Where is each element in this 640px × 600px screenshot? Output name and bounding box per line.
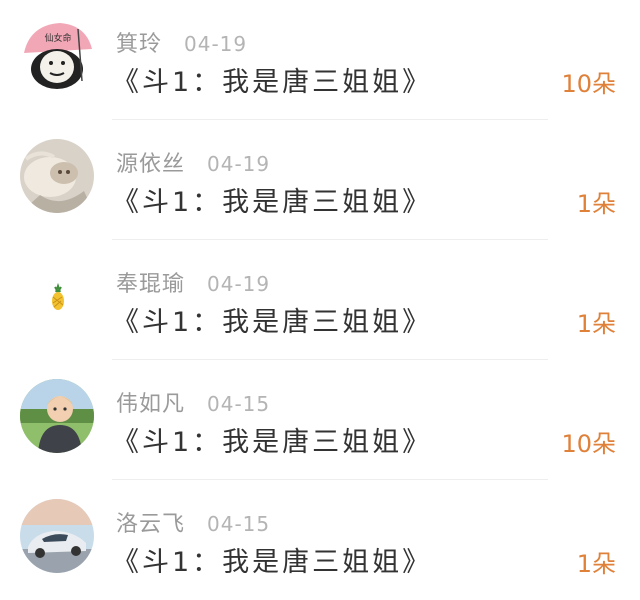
- user-name: 奉琨瑜: [116, 272, 186, 297]
- book-title: 《斗1：我是唐三姐姐》: [112, 307, 433, 338]
- flower-count: 10朵: [561, 70, 616, 98]
- flower-count: 1朵: [576, 550, 616, 578]
- svg-text:仙女命: 仙女命: [44, 32, 71, 44]
- gift-date: 04-19: [207, 272, 271, 296]
- gift-date: 04-19: [184, 32, 248, 56]
- boy-photo-avatar[interactable]: [20, 379, 94, 453]
- list-item[interactable]: 伟如凡 04-15 《斗1：我是唐三姐姐》 10朵: [0, 360, 640, 480]
- book-title: 《斗1：我是唐三姐姐》: [112, 187, 433, 218]
- car-photo-avatar[interactable]: [20, 499, 94, 573]
- gift-date: 04-19: [207, 152, 271, 176]
- list-item[interactable]: 奉琨瑜 04-19 《斗1：我是唐三姐姐》 1朵: [0, 240, 640, 360]
- book-title: 《斗1：我是唐三姐姐》: [112, 547, 433, 578]
- book-title: 《斗1：我是唐三姐姐》: [112, 67, 433, 98]
- list-item[interactable]: 仙女命 箕玲 04-19 《斗1：我是唐三姐姐》 10朵: [0, 0, 640, 120]
- gift-date: 04-15: [207, 512, 271, 536]
- user-name: 箕玲: [116, 32, 163, 57]
- flower-count: 1朵: [576, 190, 616, 218]
- user-name: 洛云飞: [116, 512, 186, 537]
- cat-photo-avatar[interactable]: [20, 139, 94, 213]
- book-title: 《斗1：我是唐三姐姐》: [112, 427, 433, 458]
- gift-record-list: 仙女命 箕玲 04-19 《斗1：我是唐三姐姐》 10朵 源依丝 04-19 《…: [0, 0, 640, 599]
- flower-count: 1朵: [576, 310, 616, 338]
- list-item[interactable]: 洛云飞 04-15 《斗1：我是唐三姐姐》 1朵: [0, 480, 640, 600]
- list-item[interactable]: 源依丝 04-19 《斗1：我是唐三姐姐》 1朵: [0, 120, 640, 240]
- user-name: 伟如凡: [116, 392, 186, 417]
- panda-meme-avatar[interactable]: 仙女命: [20, 19, 94, 93]
- gift-date: 04-15: [207, 392, 271, 416]
- pineapple-avatar[interactable]: [20, 259, 94, 333]
- user-name: 源依丝: [116, 152, 186, 177]
- flower-count: 10朵: [561, 430, 616, 458]
